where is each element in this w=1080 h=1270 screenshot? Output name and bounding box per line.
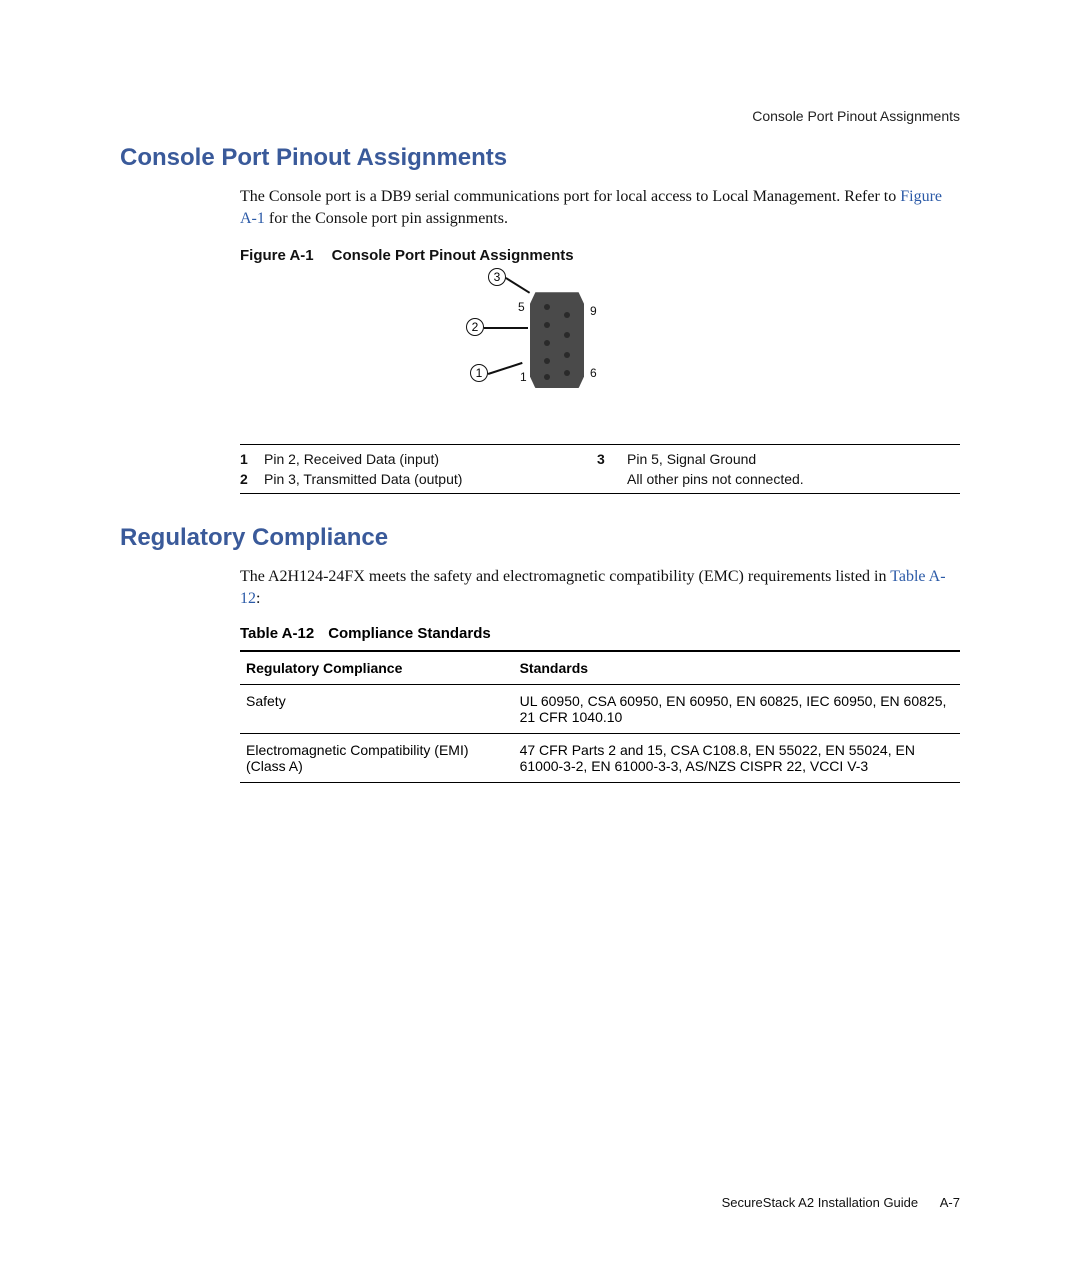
legend-text-3: Pin 5, Signal Ground	[627, 451, 960, 467]
table-title: Compliance Standards	[328, 625, 491, 642]
figure-legend: 1 Pin 2, Received Data (input) 3 Pin 5, …	[240, 444, 960, 494]
section2-text-a: The A2H124-24FX meets the safety and ele…	[240, 568, 890, 585]
callout-2: 2	[466, 318, 484, 336]
th-regulatory: Regulatory Compliance	[240, 651, 514, 685]
table-row: Safety UL 60950, CSA 60950, EN 60950, EN…	[240, 685, 960, 734]
figure-caption: Figure A-1 Console Port Pinout Assignment…	[240, 247, 960, 264]
pin-label-9: 9	[590, 304, 597, 318]
running-header: Console Port Pinout Assignments	[752, 108, 960, 124]
legend-text-4: All other pins not connected.	[627, 471, 960, 487]
section2-text-b: :	[256, 590, 260, 607]
section1-paragraph: The Console port is a DB9 serial communi…	[240, 186, 960, 229]
section1-text-b: for the Console port pin assignments.	[265, 210, 508, 227]
pin-label-6: 6	[590, 366, 597, 380]
cell-safety-standards: UL 60950, CSA 60950, EN 60950, EN 60825,…	[514, 685, 960, 734]
figure-title: Console Port Pinout Assignments	[332, 247, 574, 264]
table-row: Electromagnetic Compatibility (EMI) (Cla…	[240, 734, 960, 783]
db9-connector-icon	[530, 292, 584, 388]
legend-num-2: 2	[240, 471, 264, 487]
pin-label-5: 5	[518, 300, 525, 314]
compliance-table: Regulatory Compliance Standards Safety U…	[240, 650, 960, 783]
section2-paragraph: The A2H124-24FX meets the safety and ele…	[240, 566, 960, 609]
table-label: Table A-12	[240, 625, 314, 642]
section1-text-a: The Console port is a DB9 serial communi…	[240, 188, 900, 205]
callout-3: 3	[488, 268, 506, 286]
legend-num-blank	[597, 471, 627, 487]
legend-text-1: Pin 2, Received Data (input)	[264, 451, 597, 467]
table-header-row: Regulatory Compliance Standards	[240, 651, 960, 685]
legend-num-1: 1	[240, 451, 264, 467]
heading-regulatory: Regulatory Compliance	[120, 524, 960, 552]
table-caption: Table A-12 Compliance Standards	[240, 625, 960, 642]
th-standards: Standards	[514, 651, 960, 685]
figure-label: Figure A-1	[240, 247, 314, 264]
heading-console-port: Console Port Pinout Assignments	[120, 144, 960, 172]
footer-page: A-7	[940, 1195, 960, 1210]
page-footer: SecureStack A2 Installation Guide A-7	[722, 1195, 960, 1210]
pin-label-1: 1	[520, 370, 527, 384]
figure-diagram: 5 9 1 6 3 2 1	[240, 274, 960, 414]
page: Console Port Pinout Assignments Console …	[0, 0, 1080, 1270]
cell-emi-standards: 47 CFR Parts 2 and 15, CSA C108.8, EN 55…	[514, 734, 960, 783]
legend-text-2: Pin 3, Transmitted Data (output)	[264, 471, 597, 487]
cell-emi: Electromagnetic Compatibility (EMI) (Cla…	[240, 734, 514, 783]
footer-doc: SecureStack A2 Installation Guide	[722, 1195, 919, 1210]
callout-1: 1	[470, 364, 488, 382]
legend-num-3: 3	[597, 451, 627, 467]
cell-safety: Safety	[240, 685, 514, 734]
